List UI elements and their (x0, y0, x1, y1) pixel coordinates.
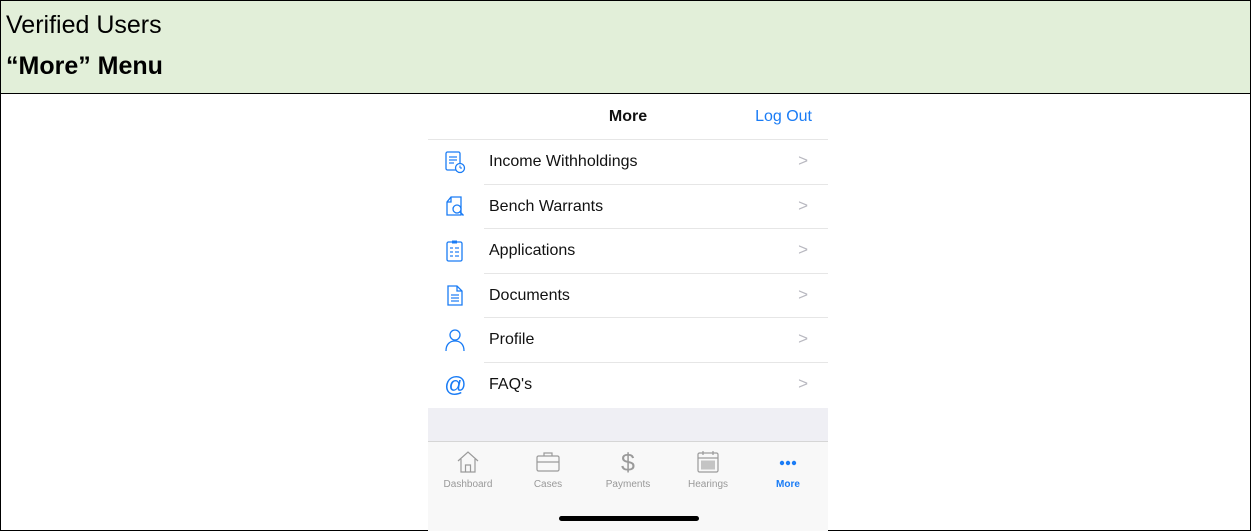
tab-hearings[interactable]: Hearings (668, 442, 748, 494)
menu-item-applications[interactable]: Applications > (428, 229, 828, 274)
person-icon (445, 329, 465, 352)
menu-item-label: Income Withholdings (489, 153, 638, 170)
svg-text:$: $ (621, 449, 635, 476)
tab-payments[interactable]: $ Payments (588, 442, 668, 494)
tab-label: Hearings (687, 479, 729, 490)
menu-item-documents[interactable]: Documents > (428, 274, 828, 319)
tab-label: Payments (605, 479, 651, 490)
svg-text:@: @ (444, 373, 466, 397)
home-indicator-area (428, 494, 828, 531)
chevron-right-icon: > (798, 240, 808, 260)
tab-label: More (776, 479, 800, 490)
dollar-icon: $ (621, 449, 635, 476)
list-footer-band (428, 408, 828, 441)
menu-list: Income Withholdings > Bench Warrants > A… (428, 140, 828, 408)
menu-item-label: Bench Warrants (489, 197, 604, 215)
at-sign-icon: @ (444, 373, 466, 397)
briefcase-icon (536, 452, 560, 472)
home-indicator[interactable] (559, 516, 699, 521)
chevron-right-icon: > (798, 373, 808, 393)
menu-item-bench-warrants[interactable]: Bench Warrants > (428, 185, 828, 230)
tab-more[interactable]: More (748, 442, 828, 494)
tab-label: Dashboard (443, 479, 493, 490)
chevron-right-icon: > (798, 329, 808, 349)
menu-item-label: Documents (489, 286, 570, 304)
ledger-icon (445, 151, 466, 174)
tab-label: Cases (533, 479, 563, 490)
chevron-right-icon: > (798, 195, 808, 215)
menu-item-income-withholdings[interactable]: Income Withholdings > (428, 140, 828, 185)
calendar-icon (697, 451, 719, 473)
tab-dashboard[interactable]: Dashboard (428, 442, 508, 494)
chevron-right-icon: > (798, 151, 808, 170)
document-search-icon (446, 195, 465, 216)
chevron-right-icon: > (798, 284, 808, 304)
clipboard-icon (446, 240, 463, 262)
menu-item-label: FAQ's (489, 375, 533, 393)
ellipsis-icon (779, 460, 797, 466)
logout-button[interactable]: Log Out (755, 108, 812, 126)
header-title: Verified Users (6, 11, 162, 39)
menu-item-profile[interactable]: Profile > (428, 318, 828, 363)
menu-item-faqs[interactable]: @ FAQ's > (428, 363, 828, 408)
menu-item-label: Profile (489, 331, 535, 349)
phone-screen: More Log Out Income Withholdings > Bench… (428, 95, 828, 531)
tab-bar: Dashboard Cases $ Payments Hearings More (428, 442, 828, 494)
header-cell: Verified Users “More” Menu (0, 0, 1251, 94)
header-subtitle: “More” Menu (6, 52, 163, 80)
tab-cases[interactable]: Cases (508, 442, 588, 494)
document-icon (447, 285, 463, 306)
house-icon (457, 451, 479, 473)
menu-item-label: Applications (489, 242, 576, 260)
